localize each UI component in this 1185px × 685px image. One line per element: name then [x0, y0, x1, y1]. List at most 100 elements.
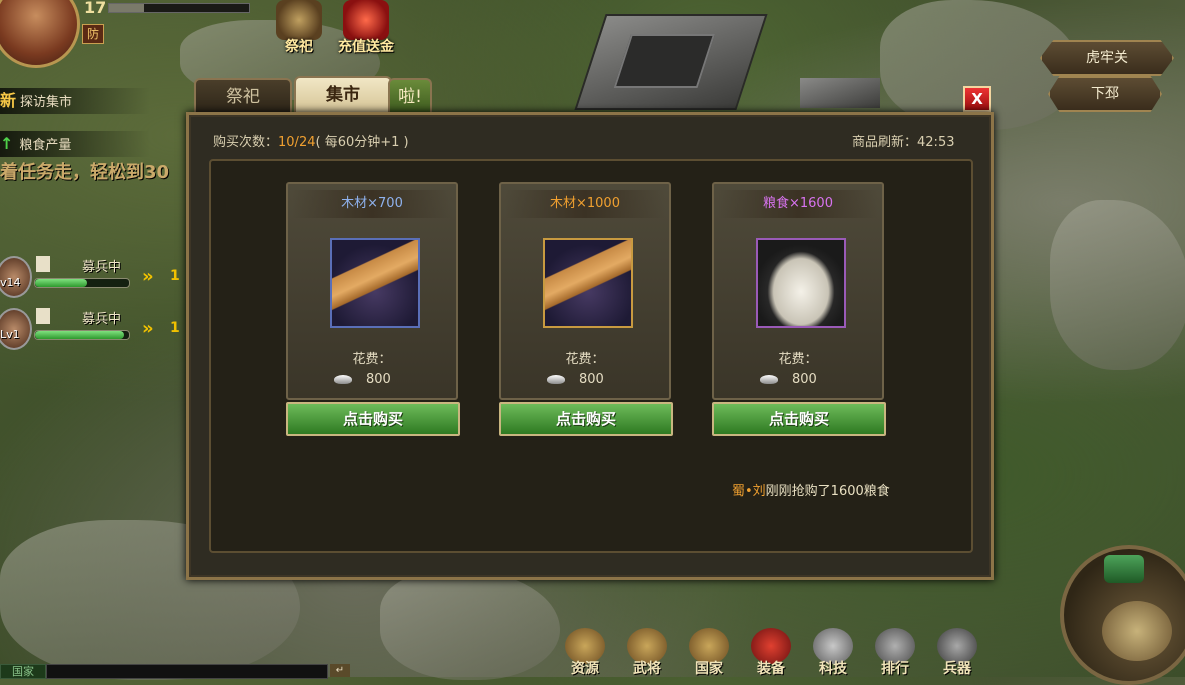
map-fortress[interactable] — [574, 14, 768, 110]
defense-badge[interactable]: 防 — [82, 24, 104, 44]
buy-count-note: ( 每60分钟+1 ) — [315, 135, 409, 150]
cost-label: 花费： — [778, 352, 818, 367]
recruit-progress-fill — [35, 331, 125, 339]
refresh-timer: 商品刷新：42:53 — [852, 131, 954, 150]
wood-icon[interactable] — [543, 238, 633, 328]
buy-button[interactable]: 点击购买 — [712, 402, 886, 436]
troop-slot[interactable]: v14 募兵中 » 1 — [0, 256, 190, 302]
menu-label: 兵器 — [943, 661, 971, 677]
ticker-player-name[interactable]: 蜀•刘 — [732, 484, 766, 499]
double-chevron-icon[interactable]: » — [142, 318, 154, 339]
sacrifice-label: 祭祀 — [285, 39, 313, 55]
troop-status: 募兵中 — [82, 260, 122, 275]
refresh-time: 42:53 — [917, 135, 955, 150]
cost-label: 花费： — [352, 352, 392, 367]
bottom-menu: 资源 武将 国家 装备 科技 排行 兵器 — [560, 628, 1000, 677]
menu-nation[interactable]: 国家 — [684, 628, 734, 678]
quest-label: 粮食产量 — [19, 138, 72, 153]
cost-amount: 800 — [792, 372, 817, 387]
buy-count: 购买次数：10/24( 每60分钟+1 ) — [213, 131, 409, 150]
troop-count: 1 — [170, 320, 180, 336]
cost-value: 800 — [547, 372, 647, 387]
gift-box-icon — [343, 0, 389, 40]
tab-market[interactable]: 集市 — [294, 76, 392, 114]
sacrifice-button[interactable]: 祭祀 — [266, 0, 332, 62]
troop-slot[interactable]: Lv1 募兵中 » 1 — [0, 308, 190, 354]
card-frame: 木材×1000 花费： 800 — [499, 182, 671, 400]
card-frame: 粮食×1600 花费： 800 — [712, 182, 884, 400]
minimap[interactable] — [1060, 545, 1185, 685]
recruit-progress-bar — [34, 278, 130, 288]
grain-sack-icon[interactable] — [756, 238, 846, 328]
flag-icon — [36, 308, 50, 324]
quest-label: 探访集市 — [20, 95, 73, 110]
troop-count: 1 — [170, 268, 180, 284]
quest-item-food[interactable]: ↑ 粮食产量 — [0, 131, 150, 157]
buy-count-value: 10/24 — [278, 135, 316, 150]
fortress-keep — [613, 34, 716, 88]
menu-label: 装备 — [757, 661, 785, 677]
menu-label: 国家 — [695, 661, 723, 677]
chat-send-button[interactable]: ↵ — [330, 664, 350, 677]
refresh-label: 商品刷新： — [852, 135, 918, 150]
quest-tip-text: 着任务走，轻松到30 — [0, 162, 170, 183]
map-mountain — [380, 570, 560, 680]
menu-resources[interactable]: 资源 — [560, 628, 610, 678]
ticker-message: 刚刚抢购了1600粮食 — [765, 484, 890, 499]
city-button-xiapi[interactable]: 下邳 — [1048, 76, 1162, 112]
recharge-gift-label: 充值送金 — [338, 39, 394, 55]
silver-ingot-icon — [547, 375, 565, 384]
silver-ingot-icon — [760, 375, 778, 384]
recharge-gift-button[interactable]: 充值送金 — [333, 0, 399, 62]
recruit-progress-bar — [34, 330, 130, 340]
buy-button[interactable]: 点击购买 — [286, 402, 460, 436]
buy-button[interactable]: 点击购买 — [499, 402, 673, 436]
item-title: 粮食×1600 — [718, 190, 878, 218]
wood-icon[interactable] — [330, 238, 420, 328]
item-title: 木材×700 — [292, 190, 452, 218]
close-button[interactable]: X — [963, 86, 991, 112]
menu-weapons[interactable]: 兵器 — [932, 628, 982, 678]
menu-label: 资源 — [571, 661, 599, 677]
exp-bar — [108, 3, 250, 13]
world-map-icon[interactable] — [1104, 555, 1144, 583]
menu-label: 科技 — [819, 661, 847, 677]
player-level: 17 — [84, 0, 107, 17]
menu-label: 武将 — [633, 661, 661, 677]
market-item-card: 粮食×1600 花费： 800 点击购买 — [712, 182, 886, 436]
menu-label: 排行 — [881, 661, 909, 677]
exp-bar-fill — [109, 4, 144, 12]
city-view-icon[interactable] — [1102, 601, 1172, 661]
general-level: Lv1 — [0, 328, 20, 341]
buy-count-label: 购买次数： — [213, 135, 279, 150]
cost-amount: 800 — [579, 372, 604, 387]
card-frame: 木材×700 花费： 800 — [286, 182, 458, 400]
double-chevron-icon[interactable]: » — [142, 266, 154, 287]
menu-generals[interactable]: 武将 — [622, 628, 672, 678]
purchase-ticker: 蜀•刘刚刚抢购了1600粮食 — [732, 480, 890, 499]
silver-ingot-icon — [334, 375, 352, 384]
menu-tech[interactable]: 科技 — [808, 628, 858, 678]
map-fort-small[interactable] — [800, 78, 880, 108]
menu-equipment[interactable]: 装备 — [746, 628, 796, 678]
item-title: 木材×1000 — [505, 190, 665, 218]
upgrade-arrow-icon: ↑ — [0, 134, 14, 153]
market-item-card: 木材×700 花费： 800 点击购买 — [286, 182, 460, 436]
tab-event[interactable]: 啦! — [388, 78, 432, 114]
cost-value: 800 — [334, 372, 434, 387]
troop-status: 募兵中 — [82, 312, 122, 327]
cauldron-icon — [276, 0, 322, 40]
general-level: v14 — [0, 276, 21, 289]
cost-amount: 800 — [366, 372, 391, 387]
city-button-hulaoguan[interactable]: 虎牢关 — [1040, 40, 1174, 76]
cost-label: 花费： — [565, 352, 605, 367]
menu-ranking[interactable]: 排行 — [870, 628, 920, 678]
flag-icon — [36, 256, 50, 272]
quest-item-market[interactable]: 新探访集市 — [0, 88, 150, 114]
player-avatar[interactable] — [0, 0, 80, 68]
tab-sacrifice[interactable]: 祭祀 — [194, 78, 292, 114]
market-item-card: 木材×1000 花费： 800 点击购买 — [499, 182, 673, 436]
map-mountain — [1050, 200, 1185, 370]
recruit-progress-fill — [35, 279, 87, 287]
cost-value: 800 — [760, 372, 860, 387]
